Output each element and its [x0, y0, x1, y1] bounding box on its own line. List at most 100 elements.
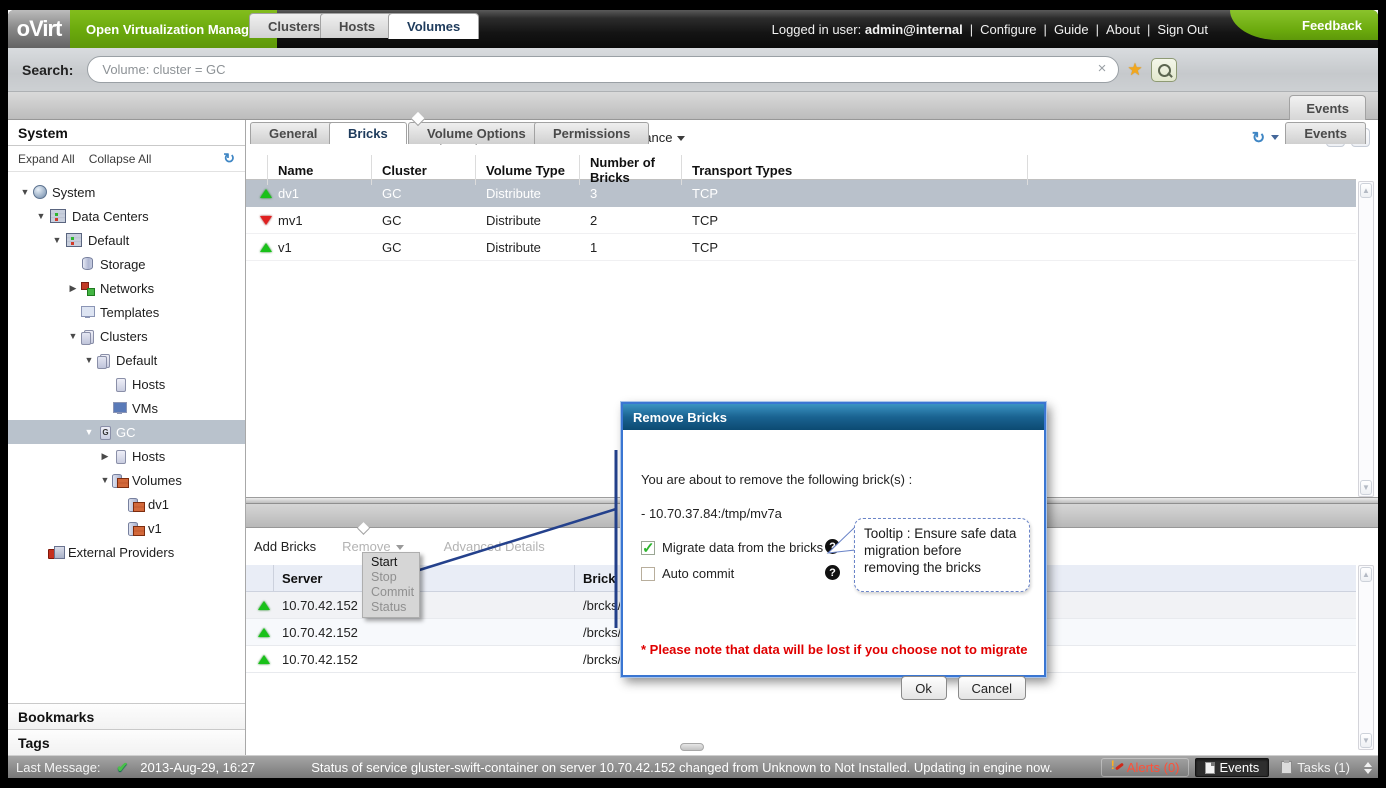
autocommit-checkbox-row: Auto commit [641, 566, 734, 581]
advanced-details-button[interactable]: Advanced Details [444, 539, 545, 554]
alerts-button[interactable]: Alerts (0) [1101, 758, 1189, 777]
footer-collapse-icon[interactable] [1364, 762, 1372, 774]
tab-general[interactable]: General [250, 122, 336, 144]
expander-icon[interactable]: ▼ [82, 427, 96, 437]
chevron-down-icon [677, 136, 685, 141]
tree-item-volumes[interactable]: ▼ Volumes [8, 468, 245, 492]
column-header[interactable]: Server [274, 565, 575, 591]
tree-item-data-centers[interactable]: ▼ Data Centers [8, 204, 245, 228]
tags-header[interactable]: Tags [8, 729, 245, 755]
tree-item-storage[interactable]: Storage [8, 252, 245, 276]
bookmark-star-icon[interactable]: ★ [1127, 60, 1142, 80]
events-button-detail[interactable]: Events [1285, 122, 1366, 144]
separator: | [1096, 22, 1099, 37]
refresh-menu-caret-icon[interactable] [1271, 135, 1279, 140]
tasks-button[interactable]: Tasks (1) [1275, 759, 1356, 776]
expander-icon[interactable]: ▶ [98, 451, 112, 462]
refresh-icon[interactable]: ↻ [1252, 128, 1265, 148]
tree-refresh-icon[interactable]: ↻ [223, 150, 235, 167]
tree-item-label: Default [88, 233, 129, 248]
collapse-all-link[interactable]: Collapse All [89, 152, 152, 166]
expander-icon[interactable]: ▼ [66, 331, 80, 341]
scroll-down-icon[interactable]: ▼ [1360, 480, 1372, 495]
status-column-header[interactable] [246, 565, 274, 591]
clear-search-icon[interactable]: × [1098, 60, 1107, 77]
data-centers-icon [50, 209, 66, 223]
menu-item-stop[interactable]: Stop [363, 570, 419, 585]
separator: | [1044, 22, 1047, 37]
tab-permissions[interactable]: Permissions [534, 122, 649, 144]
external-providers-icon [48, 544, 64, 560]
expander-icon[interactable]: ▶ [66, 283, 80, 294]
system-tree-panel: System Expand All Collapse All ↻ ▼System… [8, 120, 246, 755]
tree-item-label: Volumes [132, 473, 182, 488]
help-icon-autocommit[interactable]: ? [825, 565, 840, 580]
volumes-scrollbar[interactable]: ▲ ▼ [1358, 181, 1374, 497]
volume-icon [128, 496, 144, 512]
tree-item-hosts[interactable]: Hosts [8, 372, 245, 396]
expander-icon[interactable]: ▼ [82, 355, 96, 365]
feedback-button[interactable]: Feedback [1230, 10, 1378, 40]
scroll-down-icon[interactable]: ▼ [1360, 733, 1372, 748]
tree-item-templates[interactable]: Templates [8, 300, 245, 324]
gluster-cluster-icon [96, 424, 112, 440]
search-button[interactable] [1151, 58, 1177, 82]
last-message-text: Status of service gluster-swift-containe… [311, 760, 1052, 775]
events-footer-button[interactable]: Events [1195, 758, 1270, 777]
dialog-buttons: Ok Cancel [901, 676, 1026, 700]
expander-icon[interactable]: ▼ [18, 187, 32, 197]
expander-icon[interactable]: ▼ [34, 211, 48, 221]
bookmarks-header[interactable]: Bookmarks [8, 703, 245, 729]
tree-item-clusters[interactable]: ▼Clusters [8, 324, 245, 348]
events-button-top[interactable]: Events [1289, 95, 1366, 120]
menu-item-commit[interactable]: Commit [363, 585, 419, 600]
storage-icon [80, 256, 96, 272]
table-row[interactable]: v1 GC Distribute 1 TCP [246, 234, 1356, 261]
tree-item-external-providers[interactable]: External Providers [8, 540, 245, 564]
tree-item-default-dc[interactable]: ▼ Default [8, 228, 245, 252]
remove-bricks-dialog: Remove Bricks You are about to remove th… [621, 402, 1046, 677]
about-link[interactable]: About [1106, 22, 1140, 37]
tab-volumes[interactable]: Volumes [388, 13, 479, 39]
hosts-icon [112, 448, 128, 464]
ok-button[interactable]: Ok [901, 676, 947, 700]
tree-item-dv1[interactable]: dv1 [8, 492, 245, 516]
vms-icon [112, 400, 128, 416]
scroll-up-icon[interactable]: ▲ [1360, 567, 1372, 582]
logged-in-user: admin@internal [865, 22, 963, 37]
tree-item-label: Data Centers [72, 209, 149, 224]
horizontal-scroll-thumb[interactable] [680, 743, 704, 751]
clusters-icon [80, 328, 96, 344]
tree-item-gc[interactable]: ▼GC [8, 420, 245, 444]
tree-item-system[interactable]: ▼System [8, 180, 245, 204]
tree-item-gc-hosts[interactable]: ▶Hosts [8, 444, 245, 468]
search-input[interactable] [102, 62, 1082, 77]
dialog-title[interactable]: Remove Bricks [623, 404, 1044, 430]
bricks-scrollbar[interactable]: ▲ ▼ [1358, 565, 1374, 750]
tree-item-vms[interactable]: VMs [8, 396, 245, 420]
sign-out-link[interactable]: Sign Out [1157, 22, 1208, 37]
expander-icon[interactable]: ▼ [98, 475, 112, 485]
expander-icon[interactable]: ▼ [50, 235, 64, 245]
tab-volume-options[interactable]: Volume Options [408, 122, 545, 144]
table-row[interactable]: dv1 GC Distribute 3 TCP [246, 180, 1356, 207]
guide-link[interactable]: Guide [1054, 22, 1089, 37]
tab-bricks[interactable]: Bricks [329, 122, 407, 144]
configure-link[interactable]: Configure [980, 22, 1036, 37]
menu-item-status[interactable]: Status [363, 600, 419, 615]
migrate-checkbox[interactable] [641, 541, 655, 555]
tree-item-default-cluster[interactable]: ▼Default [8, 348, 245, 372]
tab-hosts[interactable]: Hosts [320, 13, 394, 38]
add-bricks-button[interactable]: Add Bricks [254, 539, 316, 554]
autocommit-checkbox[interactable] [641, 567, 655, 581]
tree-item-v1[interactable]: v1 [8, 516, 245, 540]
tree-item-label: Hosts [132, 377, 165, 392]
migrate-label: Migrate data from the bricks [662, 540, 823, 555]
tree-item-networks[interactable]: ▶Networks [8, 276, 245, 300]
templates-icon [80, 304, 96, 320]
expand-all-link[interactable]: Expand All [18, 152, 75, 166]
table-row[interactable]: mv1 GC Distribute 2 TCP [246, 207, 1356, 234]
menu-item-start[interactable]: Start [363, 555, 419, 570]
cancel-button[interactable]: Cancel [958, 676, 1026, 700]
scroll-up-icon[interactable]: ▲ [1360, 183, 1372, 198]
